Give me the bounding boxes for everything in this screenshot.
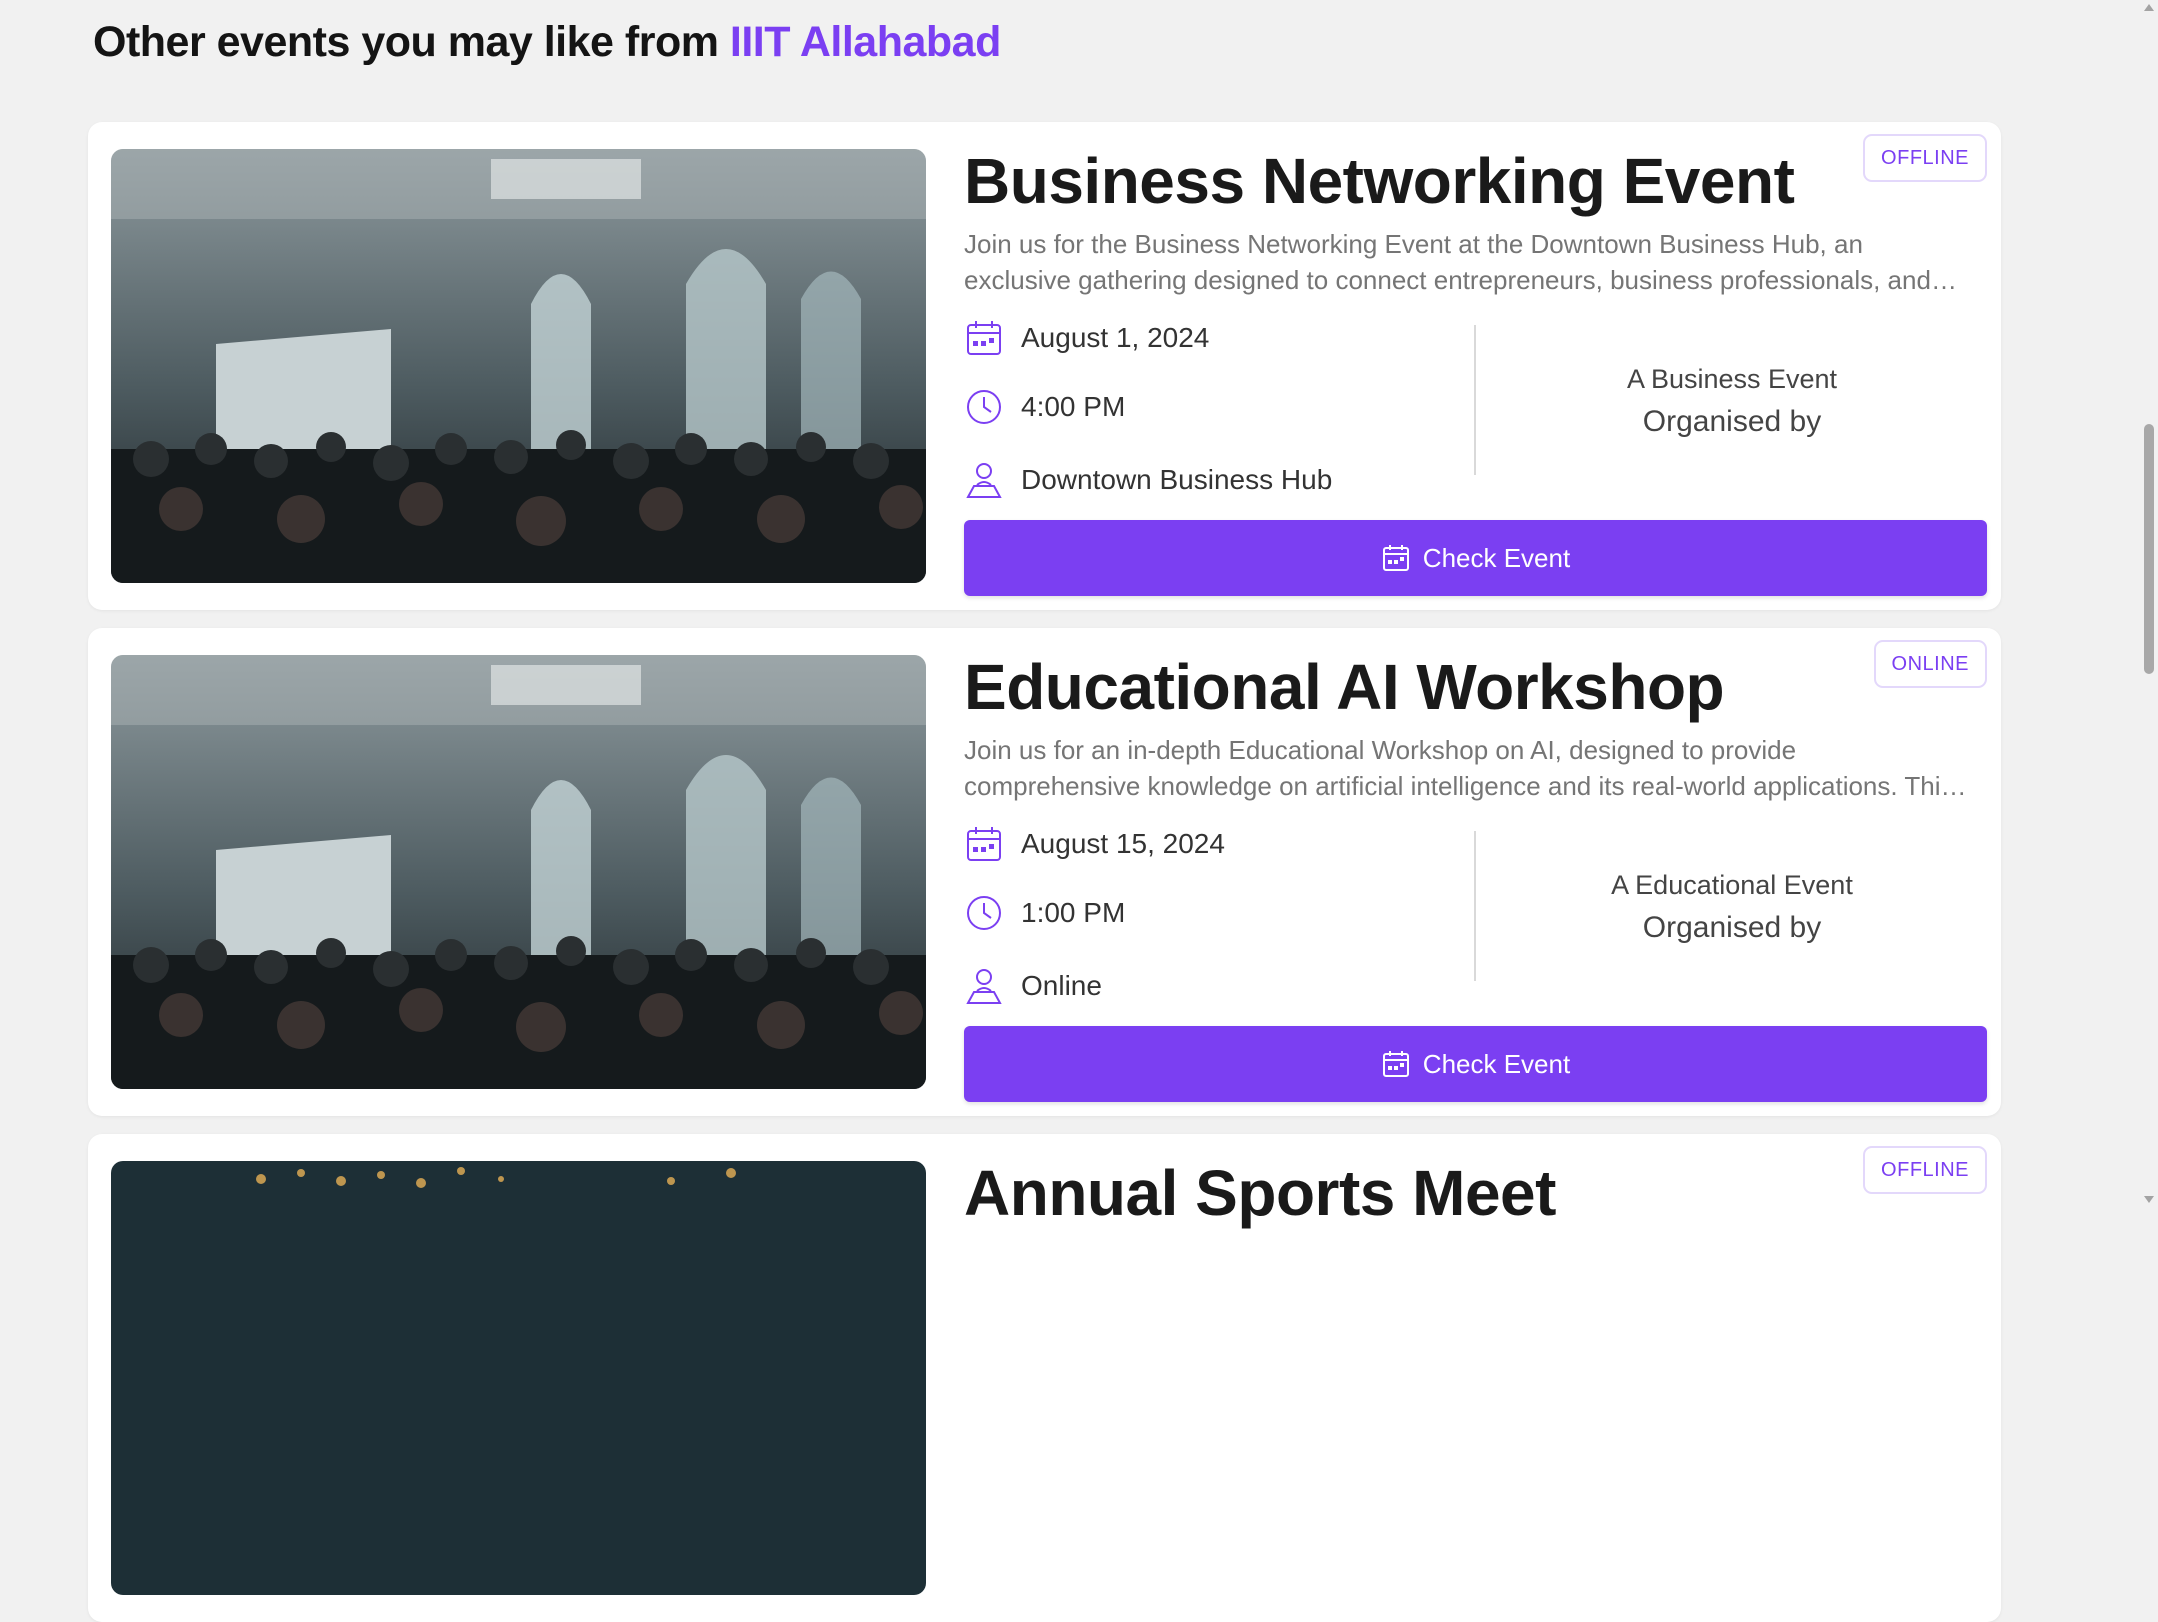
event-card: OFFLINE Annual Sports Meet bbox=[88, 1134, 2001, 1622]
person-pin-icon bbox=[964, 460, 1004, 500]
event-venue: Online bbox=[1021, 970, 1102, 1001]
organised-by-label: Organised by bbox=[1642, 405, 1822, 438]
event-image[interactable] bbox=[111, 1161, 926, 1595]
event-time: 4:00 PM bbox=[1021, 391, 1126, 422]
event-time-row: 4:00 PM bbox=[964, 387, 1125, 427]
calendar-icon bbox=[964, 824, 1004, 864]
scrollbar-thumb[interactable] bbox=[2144, 424, 2154, 674]
event-hall-photo bbox=[111, 655, 926, 1089]
event-venue-row: Downtown Business Hub bbox=[964, 460, 1332, 500]
event-card: ONLINE Educational AI Workshop Join us f… bbox=[88, 628, 2001, 1116]
event-category: A Educational Event bbox=[1611, 870, 1853, 900]
event-description: Join us for an in-depth Educational Work… bbox=[964, 735, 1954, 801]
event-mode-badge: OFFLINE bbox=[1863, 134, 1987, 182]
events-page: Other events you may like from IIIT Alla… bbox=[0, 0, 2140, 1622]
event-title[interactable]: Business Networking Event bbox=[964, 144, 1795, 218]
page-scrollbar[interactable] bbox=[2140, 0, 2158, 1207]
clock-icon bbox=[964, 387, 1004, 427]
event-description: Join us for the Business Networking Even… bbox=[964, 229, 1931, 295]
event-venue-row: Online bbox=[964, 966, 1102, 1006]
event-title[interactable]: Educational AI Workshop bbox=[964, 650, 1725, 724]
heading-prefix: Other events you may like from bbox=[93, 18, 719, 66]
person-pin-icon bbox=[964, 966, 1004, 1006]
event-card: OFFLINE Business Networking Event Join u… bbox=[88, 122, 2001, 610]
event-title[interactable]: Annual Sports Meet bbox=[964, 1156, 1556, 1230]
sports-photo bbox=[111, 1161, 926, 1595]
check-event-label: Check Event bbox=[1422, 542, 1571, 573]
event-time: 1:00 PM bbox=[1021, 897, 1126, 928]
event-date: August 1, 2024 bbox=[1021, 322, 1210, 353]
event-image[interactable] bbox=[111, 149, 926, 583]
clock-icon bbox=[964, 893, 1004, 933]
event-category: A Business Event bbox=[1626, 364, 1838, 394]
event-date-row: August 1, 2024 bbox=[964, 318, 1209, 358]
heading-org-name[interactable]: IIIT Allahabad bbox=[730, 18, 1001, 66]
calendar-icon bbox=[1381, 543, 1411, 573]
event-date-row: August 15, 2024 bbox=[964, 824, 1225, 864]
event-time-row: 1:00 PM bbox=[964, 893, 1125, 933]
scroll-down-arrow-icon[interactable] bbox=[2144, 1196, 2154, 1203]
organiser-info: A Educational Event Organised by bbox=[1476, 868, 1988, 948]
event-image[interactable] bbox=[111, 655, 926, 1089]
event-mode-badge: OFFLINE bbox=[1863, 1146, 1987, 1194]
organised-by-label: Organised by bbox=[1642, 911, 1822, 944]
event-date: August 15, 2024 bbox=[1021, 828, 1225, 859]
organiser-info: A Business Event Organised by bbox=[1476, 362, 1988, 442]
check-event-button[interactable]: Check Event bbox=[964, 520, 1987, 596]
event-hall-photo bbox=[111, 149, 926, 583]
calendar-icon bbox=[1381, 1049, 1411, 1079]
scroll-up-arrow-icon[interactable] bbox=[2144, 4, 2154, 11]
check-event-label: Check Event bbox=[1422, 1048, 1571, 1079]
check-event-button[interactable]: Check Event bbox=[964, 1026, 1987, 1102]
event-venue: Downtown Business Hub bbox=[1021, 464, 1333, 495]
event-mode-badge: ONLINE bbox=[1873, 640, 1987, 688]
calendar-icon bbox=[964, 318, 1004, 358]
section-heading: Other events you may like from IIIT Alla… bbox=[93, 18, 1001, 67]
